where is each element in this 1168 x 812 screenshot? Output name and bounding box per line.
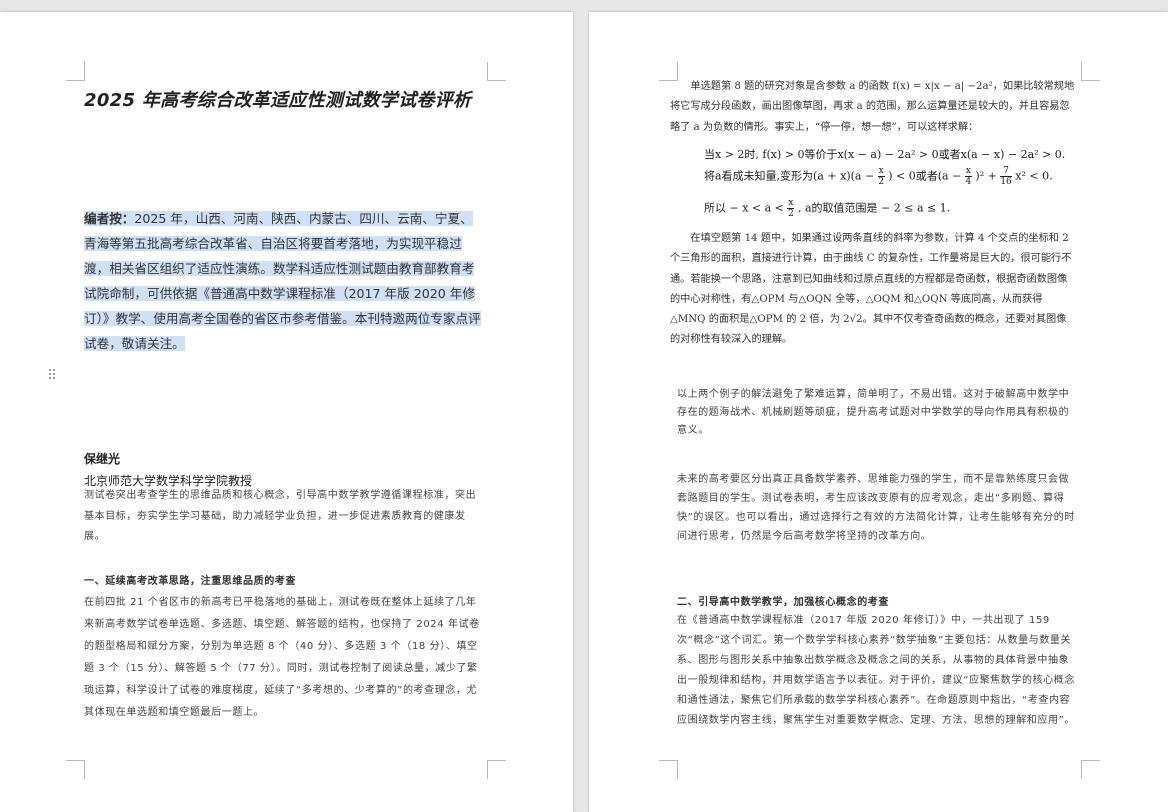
section-heading-1[interactable]: 一、延续高考改革思路，注重思维品质的考查	[84, 572, 296, 587]
math-part: 将a看成未知量,变形为(a + x)(a −	[704, 169, 875, 183]
intro-paragraph[interactable]: 测试卷突出考查学生的思维品质和核心概念，引导高中数学教学遵循课程标准，突出基本目…	[84, 486, 486, 548]
math-part: , a的取值范围是 − 2 ≤ a ≤ 1.	[797, 201, 951, 215]
crop-mark	[66, 62, 85, 81]
fraction-den: 2	[878, 177, 885, 187]
crop-mark	[66, 760, 85, 779]
paragraph-core-concepts[interactable]: 在《普通高中数学课程标准（2017 年版 2020 年修订）》中，一共出现了 1…	[677, 611, 1077, 731]
section1-paragraph[interactable]: 在前四批 21 个省区市的新高考已平稳落地的基础上，测试卷既在整体上延续了几年来…	[84, 592, 486, 724]
crop-mark	[659, 760, 678, 779]
fraction-num: 7	[1000, 166, 1012, 177]
fraction: x2	[787, 198, 795, 219]
author-name[interactable]: 保继光	[84, 450, 120, 467]
crop-mark	[487, 62, 506, 81]
paragraph-summary[interactable]: 以上两个例子的解法避免了繁难运算，简单明了，不易出错。这对于破解高中数学中存在的…	[677, 386, 1077, 440]
editor-note[interactable]: 编者按：2025 年，山西、河南、陕西、内蒙古、四川、云南、宁夏、青海等第五批高…	[84, 206, 484, 356]
fraction-num: x	[964, 166, 972, 177]
fraction-num: x	[787, 198, 795, 209]
math-part: ) < 0或者(a −	[888, 169, 962, 183]
fraction-den: 4	[965, 177, 972, 187]
document-title[interactable]: 2025 年高考综合改革适应性测试数学试卷评析	[84, 86, 494, 112]
math-part: x² < 0.	[1015, 169, 1053, 183]
fraction-den: 2	[788, 209, 794, 219]
fraction-num: x	[877, 166, 885, 177]
crop-mark	[1081, 62, 1100, 81]
drag-handle-icon[interactable]: ⠿	[47, 368, 59, 384]
fraction: x2	[877, 166, 885, 187]
math-part: )² +	[975, 169, 997, 183]
paragraph-q14[interactable]: 在填空题第 14 题中，如果通过设两条直线的斜率为参数，计算 4 个交点的坐标和…	[670, 229, 1075, 351]
math-part: 所以 − x < a <	[704, 201, 784, 215]
math-line-3[interactable]: 所以 − x < a < x2 , a的取值范围是 − 2 ≤ a ≤ 1.	[704, 198, 950, 219]
paragraph-q8[interactable]: 单选题第 8 题的研究对象是含参数 a 的函数 f(x) = x|x − a| …	[670, 77, 1075, 138]
section-heading-2[interactable]: 二、引导高中数学教学，加强核心概念的考查	[677, 593, 889, 608]
crop-mark	[487, 760, 506, 779]
math-line-1[interactable]: 当x > 2时, f(x) > 0等价于x(x − a) − 2a² > 0或者…	[704, 146, 1065, 162]
math-line-2[interactable]: 将a看成未知量,变形为(a + x)(a − x2 ) < 0或者(a − x4…	[704, 166, 1053, 187]
fraction: x4	[964, 166, 972, 187]
fraction-den: 16	[1000, 177, 1012, 187]
editor-note-label: 编者按：	[84, 211, 135, 226]
fraction: 7 16	[1000, 166, 1012, 187]
editor-note-text: 2025 年，山西、河南、陕西、内蒙古、四川、云南、宁夏、青海等第五批高考综合改…	[84, 211, 481, 351]
document-page-left: 2025 年高考综合改革适应性测试数学试卷评析 编者按：2025 年，山西、河南…	[0, 12, 573, 812]
crop-mark	[1081, 760, 1100, 779]
paragraph-future[interactable]: 未来的高考要区分出真正具备数学素养、思维能力强的学生，而不是靠熟练度只会做套路题…	[677, 470, 1077, 546]
document-page-right: 单选题第 8 题的研究对象是含参数 a 的函数 f(x) = x|x − a| …	[589, 12, 1168, 812]
